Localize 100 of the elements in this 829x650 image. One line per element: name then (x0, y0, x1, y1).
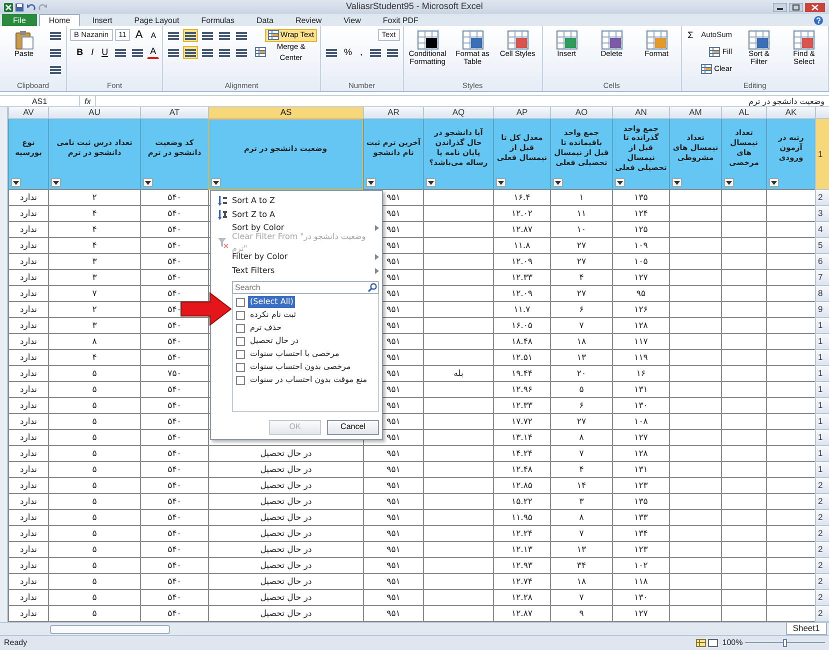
column-header[interactable]: AS (208, 107, 363, 119)
underline-button[interactable]: U (98, 46, 112, 58)
row-number[interactable]: 9 (815, 302, 829, 318)
column-header[interactable]: AR (363, 107, 423, 119)
ribbon-tab[interactable]: Home (38, 14, 80, 26)
row-number[interactable]: 2 (815, 574, 829, 590)
ribbon-glyph-button[interactable]: , (357, 46, 366, 58)
ribbon-icon-button[interactable] (183, 28, 198, 42)
filter-option[interactable]: در حال تحصیل (248, 335, 301, 348)
row-number[interactable]: 2 (815, 606, 829, 622)
undo-icon[interactable] (26, 2, 36, 12)
filter-button[interactable] (143, 178, 153, 187)
filter-option[interactable]: حذف ترم (248, 322, 284, 334)
filter-button[interactable] (769, 178, 779, 187)
row-number[interactable]: 1 (815, 318, 829, 334)
filter-button[interactable] (672, 178, 682, 187)
column-header[interactable]: AT (140, 107, 208, 119)
filter-button[interactable] (366, 178, 376, 187)
row-number[interactable]: 2 (815, 558, 829, 574)
row-number[interactable]: 2 (815, 510, 829, 526)
row-number[interactable]: 1 (815, 414, 829, 430)
row-number[interactable]: 1 (815, 462, 829, 478)
formula-field[interactable]: وضعیت دانشجو در ترم (96, 96, 829, 106)
filter-option[interactable]: مرخصی با احتساب سنوات (248, 348, 342, 360)
filter-option[interactable]: (Select All) (248, 296, 296, 308)
bold-button[interactable]: B (74, 46, 86, 58)
row-number[interactable]: 1 (815, 119, 829, 190)
ribbon-tab[interactable]: Data (246, 14, 284, 26)
zoom-level[interactable]: 100% (722, 637, 743, 649)
scrollbar-thumb[interactable] (50, 624, 170, 634)
ribbon-tab[interactable]: File (2, 14, 37, 26)
row-number[interactable]: 2 (815, 526, 829, 542)
menu-item[interactable]: Sort A to Z (214, 194, 379, 208)
checkbox[interactable] (236, 310, 245, 320)
row-number[interactable]: 1 (815, 382, 829, 398)
grow-font-button[interactable]: A (132, 28, 146, 42)
ribbon-tab[interactable]: Insert (82, 14, 122, 26)
filter-option[interactable]: ثبت نام نکرده (248, 309, 298, 322)
filter-button[interactable] (11, 178, 21, 187)
close-icon[interactable] (805, 2, 825, 12)
row-number[interactable]: 1 (815, 430, 829, 446)
filter-button[interactable] (615, 178, 625, 187)
column-header[interactable]: AO (550, 107, 612, 119)
row-number[interactable]: 2 (815, 494, 829, 510)
ribbon-glyph-button[interactable]: % (341, 46, 356, 58)
filter-button[interactable] (496, 178, 506, 187)
dialog-button[interactable]: Cancel (327, 420, 379, 435)
menu-item[interactable]: Sort Z to A (214, 208, 379, 222)
column-header[interactable]: AL (721, 107, 766, 119)
column-header[interactable]: AN (612, 107, 669, 119)
checkbox[interactable] (236, 376, 245, 385)
filter-button[interactable] (553, 178, 563, 187)
sheet-tab[interactable]: Sheet1 (786, 623, 827, 635)
filter-button[interactable] (724, 178, 734, 187)
row-number[interactable]: 2 (815, 478, 829, 494)
normal-view-icon[interactable] (696, 639, 706, 647)
checkbox[interactable] (236, 298, 245, 307)
row-number[interactable]: 3 (815, 206, 829, 222)
name-box[interactable]: AS1 (0, 96, 80, 106)
row-number[interactable]: 1 (815, 398, 829, 414)
row-number[interactable]: 2 (815, 542, 829, 558)
page-layout-icon[interactable] (708, 639, 718, 647)
row-number[interactable]: 4 (815, 222, 829, 238)
ribbon-tab[interactable]: Review (285, 14, 332, 26)
ribbon-tab[interactable]: Page Layout (124, 14, 190, 26)
function-button[interactable]: fx (80, 96, 96, 106)
ribbon-glyph-button[interactable]: Σ (684, 28, 696, 42)
save-icon[interactable] (15, 2, 24, 12)
column-header[interactable]: AM (669, 107, 721, 119)
filter-button[interactable] (211, 178, 221, 187)
minimize-icon[interactable] (772, 2, 786, 12)
filter-option[interactable]: منع موقت بدون احتساب در سنوات (248, 374, 370, 386)
row-number[interactable]: 1 (815, 334, 829, 350)
row-number[interactable]: 1 (815, 366, 829, 382)
filter-button[interactable] (51, 178, 61, 187)
checkbox[interactable] (236, 362, 245, 372)
filter-button[interactable] (426, 178, 436, 187)
shrink-font-button[interactable]: A (148, 28, 160, 42)
checkbox[interactable] (236, 350, 245, 359)
column-header[interactable]: AU (48, 107, 140, 119)
row-number[interactable]: 6 (815, 254, 829, 270)
row-number[interactable]: 5 (815, 238, 829, 254)
filter-option[interactable]: مرخصی بدون احتساب سنوات (248, 361, 353, 374)
checkbox[interactable] (236, 324, 245, 333)
row-number[interactable]: 8 (815, 286, 829, 302)
ribbon-tab[interactable]: Foxit PDF (372, 14, 428, 26)
ribbon-tab[interactable]: View (334, 14, 371, 26)
checkbox[interactable] (236, 336, 245, 346)
help-icon[interactable] (814, 16, 823, 24)
row-number[interactable]: 2 (815, 190, 829, 206)
search-field[interactable]: Search (232, 280, 379, 294)
menu-item[interactable]: Text Filters (214, 264, 379, 278)
column-header[interactable]: AV (8, 107, 48, 119)
column-header[interactable]: AQ (423, 107, 493, 119)
row-number[interactable]: 2 (815, 590, 829, 606)
ribbon-tab[interactable]: Formulas (191, 14, 245, 26)
font-color-button[interactable]: A (147, 45, 160, 59)
zoom-slider-thumb[interactable] (783, 639, 787, 647)
row-number[interactable]: 7 (815, 270, 829, 286)
row-number[interactable]: 1 (815, 446, 829, 462)
